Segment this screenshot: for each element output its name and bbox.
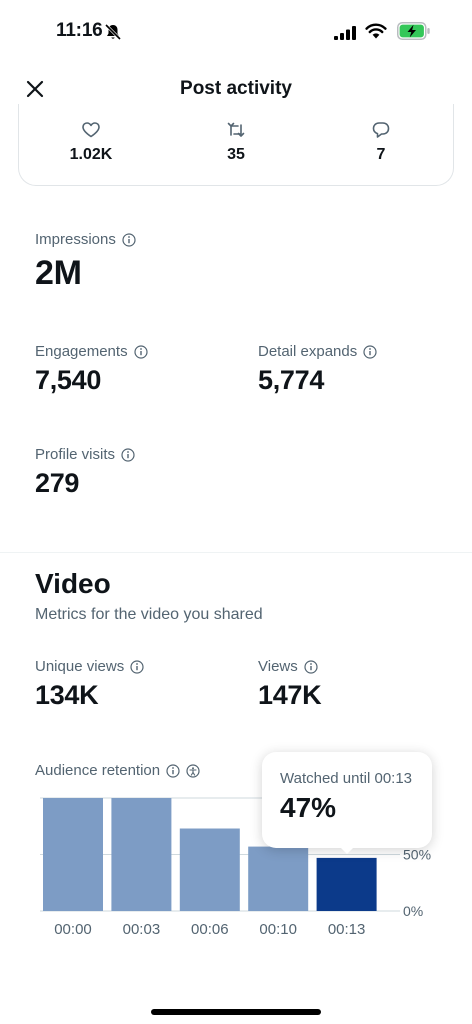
info-icon[interactable] xyxy=(363,344,377,359)
x-tick-label: 00:10 xyxy=(259,921,297,938)
profile-visits-label-text: Profile visits xyxy=(35,446,116,463)
engagements-label: Engagements xyxy=(35,343,148,360)
info-icon[interactable] xyxy=(133,344,148,359)
unique-views-label-text: Unique views xyxy=(35,658,125,675)
detail-expands-label-text: Detail expands xyxy=(258,343,358,360)
status-time: 11:16 xyxy=(56,20,103,41)
engagement-card: 1.02K 35 7 xyxy=(18,104,454,186)
views-label-text: Views xyxy=(258,658,298,675)
impressions-label-text: Impressions xyxy=(35,231,116,248)
heart-icon xyxy=(82,122,100,138)
section-divider xyxy=(0,552,472,553)
unique-views-value: 134K xyxy=(35,680,99,710)
info-icon[interactable] xyxy=(130,659,144,674)
profile-visits-value: 279 xyxy=(35,468,80,498)
battery-charging-icon xyxy=(397,22,430,40)
audience-retention-label: Audience retention xyxy=(35,762,200,779)
retention-bar[interactable] xyxy=(111,798,172,911)
page-title: Post activity xyxy=(180,78,292,99)
info-icon[interactable] xyxy=(122,232,136,247)
retention-tooltip: Watched until 00:13 47% xyxy=(262,752,432,854)
impressions-label: Impressions xyxy=(35,231,136,248)
engagements-label-text: Engagements xyxy=(35,343,128,360)
status-bar: 11:16 xyxy=(0,0,472,64)
y-tick-label: 0% xyxy=(403,903,423,919)
views-value: 147K xyxy=(258,680,322,710)
tooltip-label: Watched until 00:13 xyxy=(280,770,413,787)
reposts-count: 35 xyxy=(227,146,245,163)
y-tick-label: 50% xyxy=(403,847,431,863)
detail-expands-value: 5,774 xyxy=(258,365,325,395)
tooltip-arrow xyxy=(339,846,355,854)
x-tick-label: 00:00 xyxy=(54,921,92,938)
impressions-value: 2M xyxy=(35,254,82,292)
retention-bar[interactable] xyxy=(43,798,103,911)
cellular-signal-icon xyxy=(334,26,356,40)
likes-count: 1.02K xyxy=(69,146,113,163)
audience-retention-label-text: Audience retention xyxy=(35,762,161,779)
detail-expands-label: Detail expands xyxy=(258,343,377,360)
home-indicator[interactable] xyxy=(151,1009,321,1015)
reply-icon xyxy=(372,122,390,138)
views-label: Views xyxy=(258,658,318,675)
video-section-subtitle: Metrics for the video you shared xyxy=(35,606,263,623)
wifi-icon xyxy=(365,23,387,39)
retention-bar[interactable] xyxy=(248,846,309,911)
replies-metric: 7 xyxy=(321,120,441,164)
x-tick-label: 00:03 xyxy=(123,921,161,938)
profile-visits-label: Profile visits xyxy=(35,446,135,463)
x-tick-label: 00:13 xyxy=(328,921,366,938)
unique-views-label: Unique views xyxy=(35,658,144,675)
accessibility-icon[interactable] xyxy=(186,763,200,778)
bell-slash-icon xyxy=(104,23,122,41)
engagements-value: 7,540 xyxy=(35,365,102,395)
retention-bar[interactable] xyxy=(316,857,377,911)
video-section-title: Video xyxy=(35,568,111,599)
x-tick-label: 00:06 xyxy=(191,921,229,938)
reposts-metric: 35 xyxy=(176,120,296,164)
info-icon[interactable] xyxy=(166,763,180,778)
retention-bar[interactable] xyxy=(179,828,240,911)
info-icon[interactable] xyxy=(304,659,318,674)
likes-metric: 1.02K xyxy=(31,120,151,164)
repost-icon xyxy=(227,122,245,137)
info-icon[interactable] xyxy=(121,447,135,462)
tooltip-value: 47% xyxy=(280,792,337,823)
replies-count: 7 xyxy=(376,146,386,163)
